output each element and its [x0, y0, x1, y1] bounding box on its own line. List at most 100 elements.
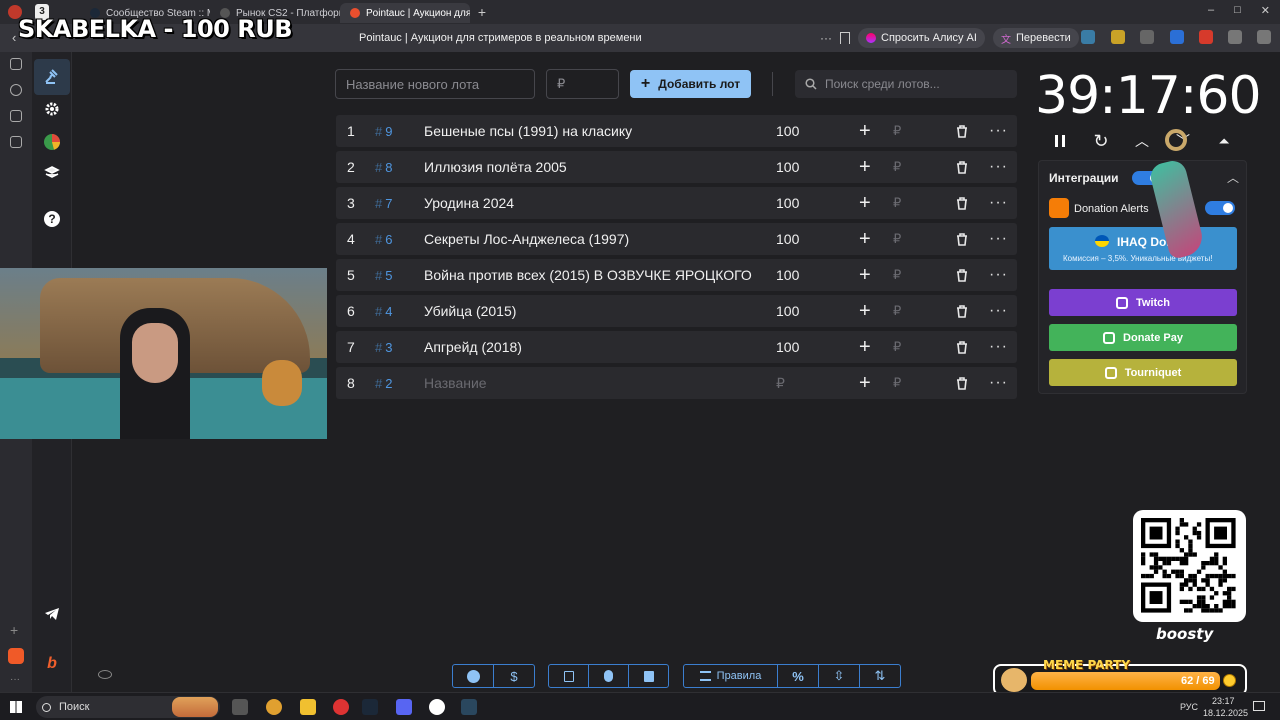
double-time-button[interactable]: ⏶ [1213, 130, 1235, 152]
extension-icon[interactable] [1228, 30, 1242, 44]
lot-amount[interactable]: 100 [776, 151, 799, 183]
settings-nav-button[interactable] [34, 91, 70, 127]
taskbar-app-icon[interactable] [266, 699, 282, 715]
steam-icon[interactable] [362, 699, 378, 715]
delete-lot-button[interactable] [956, 187, 968, 219]
add-amount-icon[interactable]: + [859, 295, 871, 327]
bookmark-icon[interactable] [840, 32, 850, 44]
lot-name-input[interactable]: Апгрейд (2018) [424, 331, 764, 363]
page-title[interactable]: Pointauc | Аукцион для стримеров в реаль… [359, 32, 642, 44]
file-explorer-icon[interactable] [300, 699, 316, 715]
lot-amount[interactable]: 100 [776, 259, 799, 291]
notifications-icon[interactable] [1253, 701, 1265, 711]
lot-id[interactable]: #2 [375, 367, 392, 399]
add-amount-icon[interactable]: + [859, 187, 871, 219]
close-icon[interactable]: ✕ [1261, 4, 1270, 17]
reset-timer-button[interactable]: ↻ [1090, 130, 1112, 152]
clear-lots-button[interactable] [629, 665, 668, 687]
lot-add-amount-input[interactable]: ₽ [893, 295, 901, 327]
lot-name-input[interactable]: Бешеные псы (1991) на класику [424, 115, 764, 147]
language-indicator[interactable]: РУС [1180, 702, 1198, 712]
collapse-icon[interactable]: ︿ [1227, 169, 1239, 186]
sidebar-more-icon[interactable]: ··· [10, 674, 20, 685]
ihaq-donate-banner[interactable]: IHAQ Don Комиссия – 3,5%. Уникальные вид… [1049, 227, 1237, 270]
help-nav-button[interactable]: ? [34, 201, 70, 237]
lot-menu-icon[interactable]: ··· [989, 187, 1008, 219]
extension-icon[interactable] [1257, 30, 1271, 44]
clock-time[interactable]: 23:17 [1212, 696, 1235, 706]
lot-add-amount-input[interactable]: ₽ [893, 115, 901, 147]
add-amount-icon[interactable]: + [859, 367, 871, 399]
lot-menu-icon[interactable]: ··· [989, 115, 1008, 147]
add-amount-icon[interactable]: + [859, 259, 871, 291]
yandex-browser-icon[interactable] [429, 699, 445, 715]
windows-start-icon[interactable] [10, 701, 22, 713]
bug-report-button[interactable] [589, 665, 629, 687]
sidebar-app-icon[interactable] [8, 648, 24, 664]
lot-name-input[interactable]: Иллюзия полёта 2005 [424, 151, 764, 183]
taskbar-app-icon[interactable] [333, 699, 349, 715]
visibility-icon[interactable] [98, 670, 112, 679]
lot-add-amount-input[interactable]: ₽ [893, 223, 901, 255]
delete-lot-button[interactable] [956, 331, 968, 363]
delete-lot-button[interactable] [956, 223, 968, 255]
more-icon[interactable]: ··· [820, 31, 832, 45]
add-time-button[interactable]: ︿ [1131, 130, 1153, 152]
lot-name-input[interactable]: Война против всех (2015) В ОЗВУЧКЕ ЯРОЦК… [424, 259, 764, 291]
add-amount-icon[interactable]: + [859, 331, 871, 363]
donate-button[interactable]: $ [494, 665, 534, 687]
lot-amount[interactable]: 100 [776, 187, 799, 219]
lot-amount[interactable]: ₽ [776, 367, 785, 399]
lot-amount[interactable]: 100 [776, 223, 799, 255]
lot-amount[interactable]: 100 [776, 331, 799, 363]
translate-button[interactable]: 文 Перевести [992, 28, 1079, 48]
integration-tourniquet-button[interactable]: Tourniquet [1049, 359, 1237, 386]
lot-id[interactable]: #6 [375, 223, 392, 255]
new-lot-name-input[interactable]: Название нового лота [335, 69, 535, 99]
extension-icon[interactable] [1140, 30, 1154, 44]
sidebar-play-icon[interactable] [10, 84, 22, 96]
lot-add-amount-input[interactable]: ₽ [893, 151, 901, 183]
lot-menu-icon[interactable]: ··· [989, 331, 1008, 363]
taskbar-search[interactable]: Поиск [36, 696, 220, 718]
lot-id[interactable]: #5 [375, 259, 392, 291]
lot-add-amount-input[interactable]: ₽ [893, 367, 901, 399]
sidebar-screenshot-icon[interactable] [10, 136, 22, 148]
lot-menu-icon[interactable]: ··· [989, 259, 1008, 291]
lot-search-input[interactable]: Поиск среди лотов... [795, 70, 1017, 98]
maximize-icon[interactable]: □ [1234, 4, 1241, 17]
ask-alice-button[interactable]: Спросить Алису AI [858, 28, 985, 48]
discord-icon[interactable] [396, 699, 412, 715]
lot-add-amount-input[interactable]: ₽ [893, 259, 901, 291]
sort-button[interactable]: ⇅ [860, 665, 900, 687]
layers-nav-button[interactable] [34, 155, 70, 191]
extension-icon[interactable] [1111, 30, 1125, 44]
integration-twitch-button[interactable]: Twitch [1049, 289, 1237, 316]
lot-name-input[interactable]: Убийца (2015) [424, 295, 764, 327]
lot-menu-icon[interactable]: ··· [989, 295, 1008, 327]
split-button[interactable]: ⇳ [819, 665, 860, 687]
lot-add-amount-input[interactable]: ₽ [893, 331, 901, 363]
lot-id[interactable]: #4 [375, 295, 392, 327]
donation-alerts-toggle[interactable] [1205, 201, 1235, 215]
lot-amount[interactable]: 100 [776, 295, 799, 327]
clock-date[interactable]: 18.12.2025 [1203, 708, 1248, 718]
delete-lot-button[interactable] [956, 367, 968, 399]
minimize-icon[interactable]: – [1208, 4, 1214, 17]
lot-menu-icon[interactable]: ··· [989, 151, 1008, 183]
lot-menu-icon[interactable]: ··· [989, 223, 1008, 255]
sidebar-add-icon[interactable]: + [10, 622, 18, 638]
telegram-nav-button[interactable] [34, 596, 70, 632]
extension-icon[interactable] [1081, 30, 1095, 44]
delete-lot-button[interactable] [956, 151, 968, 183]
save-button[interactable] [549, 665, 589, 687]
delete-lot-button[interactable] [956, 115, 968, 147]
rules-button[interactable]: Правила [684, 665, 778, 687]
new-lot-amount-input[interactable]: ₽ [546, 69, 619, 99]
lot-name-input[interactable]: Секреты Лос-Анджелеса (1997) [424, 223, 764, 255]
lot-amount[interactable]: 100 [776, 115, 799, 147]
boosty-nav-button[interactable]: b [34, 646, 70, 682]
integration-donate-pay-button[interactable]: Donate Pay [1049, 324, 1237, 351]
task-view-icon[interactable] [232, 699, 248, 715]
add-amount-icon[interactable]: + [859, 115, 871, 147]
